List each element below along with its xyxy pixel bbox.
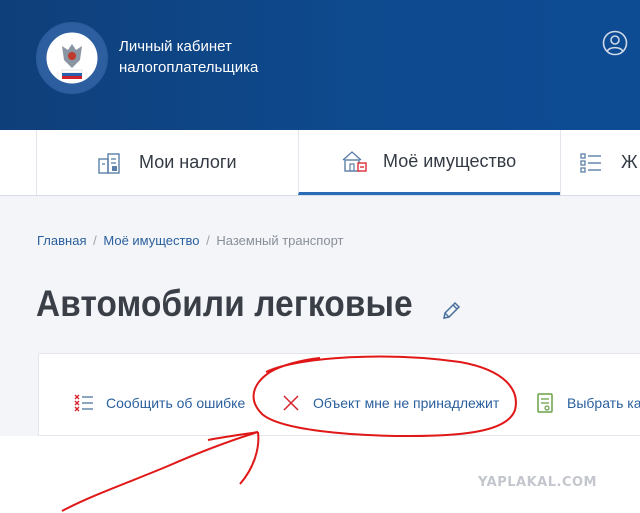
fns-emblem-logo[interactable]	[36, 22, 108, 94]
not-my-object-button[interactable]: Объект мне не принадлежит	[281, 393, 499, 413]
error-list-icon	[74, 393, 94, 413]
watermark: YAPLAKAL.COM	[478, 475, 597, 490]
page-title: Автомобили легковые	[36, 283, 413, 324]
breadcrumb-separator: /	[93, 233, 97, 248]
breadcrumb-separator: /	[206, 233, 210, 248]
main-navigation: Мои налоги Моё имущество Ж	[0, 130, 640, 196]
document-icon	[535, 393, 555, 413]
tab-label: Мои налоги	[139, 152, 237, 172]
breadcrumb-my-property[interactable]: Моё имущество	[103, 233, 199, 248]
app-title[interactable]: Личный кабинет налогоплательщика	[119, 36, 359, 78]
tab-label: Моё имущество	[383, 150, 517, 171]
tab-label: Ж	[621, 152, 638, 172]
site-header: Личный кабинет налогоплательщика	[0, 0, 640, 130]
user-icon[interactable]	[602, 30, 628, 56]
pencil-icon[interactable]	[440, 300, 462, 322]
property-icon	[341, 148, 367, 174]
report-error-button[interactable]: Сообщить об ошибке	[74, 393, 245, 413]
tab-my-taxes[interactable]: Мои налоги	[36, 130, 298, 195]
tab-more[interactable]: Ж	[560, 130, 640, 195]
breadcrumb-current: Наземный транспорт	[216, 233, 344, 248]
list-icon	[579, 150, 605, 176]
action-label: Сообщить об ошибке	[106, 395, 246, 411]
breadcrumb: Главная / Моё имущество / Наземный транс…	[37, 233, 343, 248]
breadcrumb-home[interactable]: Главная	[37, 233, 86, 248]
action-label: Выбрать ка	[567, 395, 640, 411]
close-icon	[281, 393, 301, 413]
select-card-button[interactable]: Выбрать ка	[535, 393, 640, 413]
tab-my-property[interactable]: Моё имущество	[298, 130, 560, 195]
taxes-icon	[97, 150, 123, 176]
action-label: Объект мне не принадлежит	[313, 395, 500, 411]
